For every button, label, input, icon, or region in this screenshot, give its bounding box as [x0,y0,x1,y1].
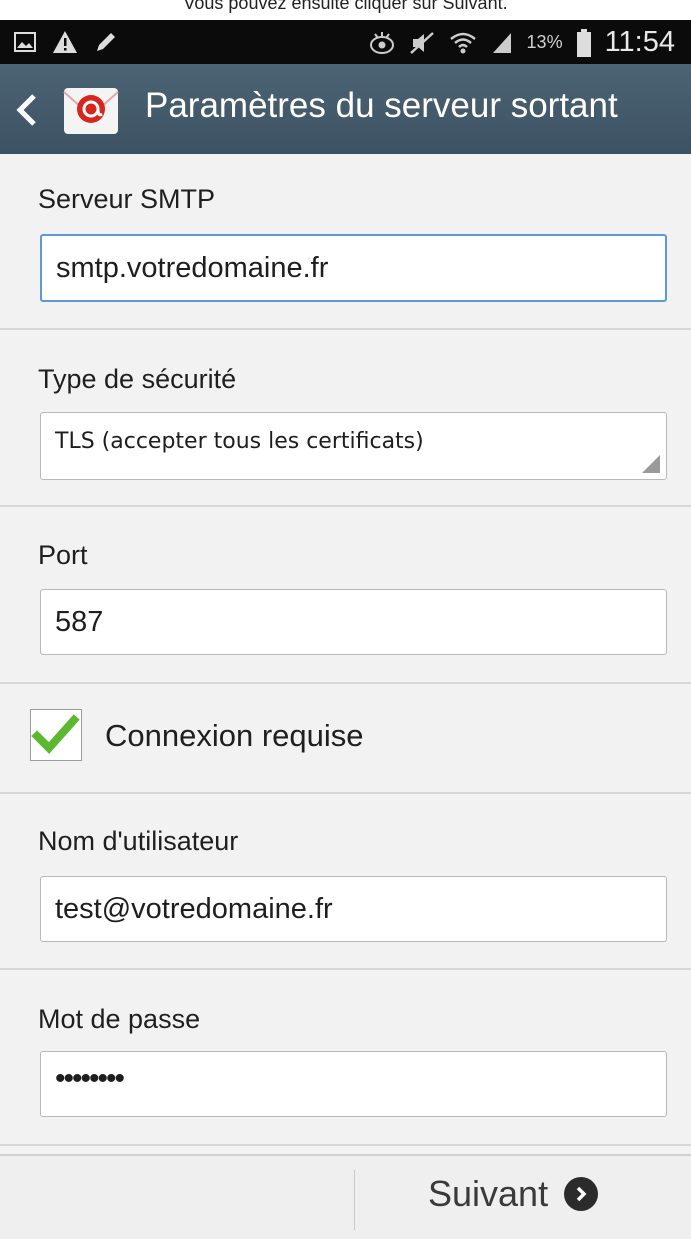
checkmark-icon [31,714,80,754]
bottom-bar-separator [354,1170,355,1230]
next-label: Suivant [428,1173,549,1214]
username-input[interactable]: test@votredomaine.fr [40,876,667,942]
chevron-right-icon [564,1177,599,1211]
battery-icon [576,28,591,57]
warning-icon [53,31,77,53]
port-label: Port [38,540,88,570]
status-bar: 13% 11:54 [0,20,691,64]
auth-required-label: Connexion requise [105,718,364,753]
caption-text: Vous pouvez ensuite cliquer sur Suivant. [183,0,508,13]
status-time: 11:54 [604,26,675,58]
next-button[interactable]: Suivant [428,1164,599,1224]
divider [0,968,691,970]
smtp-server-input[interactable]: smtp.votredomaine.fr [40,234,667,302]
page-title: Paramètres du serveur sortant [145,86,618,125]
password-value: •••••••• [55,1062,125,1095]
smtp-server-label: Serveur SMTP [38,184,216,214]
mute-icon [409,31,434,54]
eye-icon [369,31,394,54]
email-app-icon[interactable] [62,82,120,140]
gallery-icon [14,32,36,52]
divider [0,505,691,507]
username-value: test@votredomaine.fr [55,893,333,925]
pen-icon [97,33,115,51]
divider [0,682,691,684]
action-bar: Paramètres du serveur sortant [0,64,691,154]
auth-required-checkbox[interactable] [30,709,82,761]
security-type-value: TLS (accepter tous les certificats) [55,429,424,454]
wifi-icon [449,32,476,53]
security-type-select[interactable]: TLS (accepter tous les certificats) [40,412,667,480]
username-label: Nom d'utilisateur [38,826,239,856]
divider [0,328,691,330]
battery-percent: 13% [526,32,563,52]
dropdown-corner-icon [642,455,660,473]
divider [0,1144,691,1146]
password-input[interactable]: •••••••• [40,1051,667,1117]
port-input[interactable]: 587 [40,589,667,655]
smtp-server-value: smtp.votredomaine.fr [56,252,329,284]
chevron-left-icon[interactable] [8,90,48,130]
signal-icon [492,32,511,53]
port-value: 587 [55,606,104,638]
divider [0,792,691,794]
bottom-bar: Suivant [0,1154,691,1239]
security-type-label: Type de sécurité [38,364,237,394]
password-label: Mot de passe [38,1004,201,1034]
